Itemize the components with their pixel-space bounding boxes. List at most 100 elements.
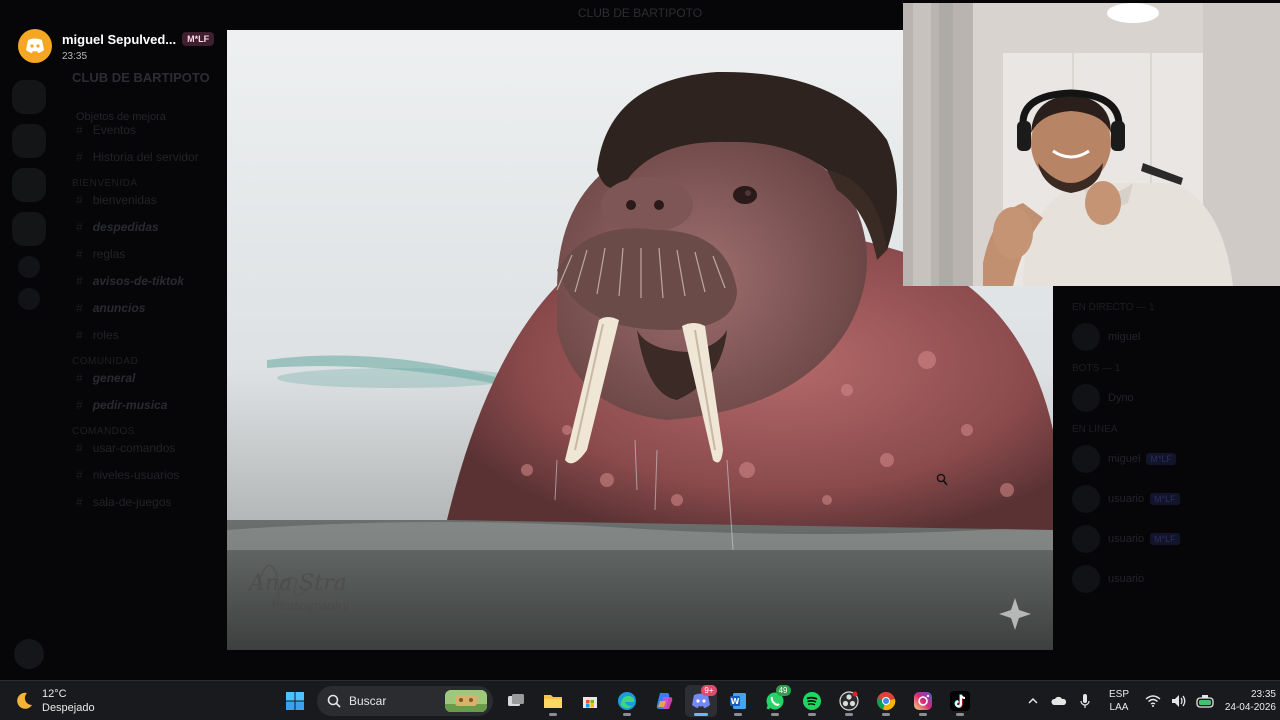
speaker-icon xyxy=(1172,695,1186,707)
member-item[interactable]: usuario M*LF xyxy=(1072,485,1270,513)
server-name[interactable]: CLUB DE BARTIPOTO xyxy=(72,70,224,85)
store-button[interactable] xyxy=(574,685,606,717)
svg-text:W: W xyxy=(730,697,739,706)
stream-notification[interactable]: miguel Sepulved... M*LF 23:35 xyxy=(18,28,215,64)
channel-label: avisos-de-tiktok xyxy=(92,274,185,288)
watermark-signature: Ana Stra xyxy=(247,571,347,596)
file-explorer-button[interactable] xyxy=(537,685,569,717)
channel-item[interactable]: # Eventos xyxy=(76,123,224,137)
word-icon: W xyxy=(729,693,746,709)
channel-item[interactable]: # general xyxy=(76,371,224,385)
tray-overflow-button[interactable] xyxy=(1020,685,1046,717)
weather-temp: 12°C xyxy=(42,688,67,700)
folder-icon xyxy=(543,695,562,708)
server-icon[interactable] xyxy=(12,80,46,114)
avatar xyxy=(1072,485,1100,513)
zoom-cursor-icon xyxy=(936,473,948,486)
wifi-button[interactable] xyxy=(1140,685,1166,717)
channel-item[interactable]: # Historia del servidor xyxy=(76,150,224,164)
hash-icon: # xyxy=(76,123,83,137)
add-server-icon[interactable] xyxy=(18,256,40,278)
notification-time: 23:35 xyxy=(62,50,88,62)
word-button[interactable]: W xyxy=(722,685,754,717)
channel-label: sala-de-juegos xyxy=(92,495,172,509)
notification-user: miguel Sepulved... xyxy=(62,31,177,47)
channel-item[interactable]: # sala-de-juegos xyxy=(76,495,224,509)
user-panel xyxy=(14,636,214,672)
edge-button[interactable] xyxy=(611,685,643,717)
search-box[interactable]: Buscar xyxy=(317,686,493,716)
channel-label: Historia del servidor xyxy=(92,150,199,164)
taskview-icon xyxy=(507,694,524,706)
spotify-button[interactable] xyxy=(796,685,828,717)
channel-item[interactable]: # roles xyxy=(76,328,224,342)
channel-item[interactable]: # niveles-usuarios xyxy=(76,468,224,482)
tiktok-icon xyxy=(949,691,970,711)
member-list: EN DIRECTO — 1 miguel BOTS — 1 Dyno EN LÍNEA… xyxy=(1060,290,1270,680)
member-item[interactable]: Dyno xyxy=(1072,384,1270,412)
member-item[interactable]: miguel M*LF xyxy=(1072,445,1270,473)
clock[interactable]: 23:35 24-04-2026 xyxy=(1224,688,1276,714)
channel-category[interactable]: BIENVENIDA xyxy=(72,178,224,189)
avatar xyxy=(1072,323,1100,351)
search-icon xyxy=(327,694,341,708)
member-item[interactable]: usuario xyxy=(1072,565,1270,593)
clock-time: 23:35 xyxy=(1250,689,1276,700)
explore-icon[interactable] xyxy=(18,288,40,310)
tiktok-button[interactable] xyxy=(944,685,976,717)
channel-label: despedidas xyxy=(92,220,159,234)
member-category: EN DIRECTO — 1 xyxy=(1072,302,1155,313)
obs-button[interactable] xyxy=(833,685,865,717)
avatar xyxy=(1072,445,1100,473)
channel-list: CLUB DE BARTIPOTO Objetos de mejora # Eve… xyxy=(64,60,224,660)
boost-label[interactable]: Objetos de mejora xyxy=(76,111,224,123)
server-rail xyxy=(8,80,52,320)
server-icon[interactable] xyxy=(12,124,46,158)
channel-item[interactable]: # despedidas xyxy=(76,220,224,234)
member-item[interactable]: usuario M*LF xyxy=(1072,525,1270,553)
member-item[interactable]: miguel xyxy=(1072,323,1270,351)
microphone-icon xyxy=(1080,694,1090,708)
channel-category[interactable]: COMANDOS xyxy=(72,426,224,437)
battery-button[interactable] xyxy=(1192,685,1218,717)
search-highlight-icon xyxy=(445,690,487,712)
instagram-button[interactable] xyxy=(907,685,939,717)
member-name: usuario xyxy=(1108,573,1145,585)
channel-category[interactable]: COMUNIDAD xyxy=(72,356,224,367)
copilot-icon xyxy=(656,693,672,709)
chevron-up-icon xyxy=(1028,697,1038,704)
member-name: miguel xyxy=(1108,331,1141,343)
volume-button[interactable] xyxy=(1166,685,1192,717)
microphone-button[interactable] xyxy=(1072,685,1098,717)
channel-item[interactable]: # usar-comandos xyxy=(76,441,224,455)
server-icon[interactable] xyxy=(12,168,46,202)
hash-icon: # xyxy=(76,220,83,234)
channel-item[interactable]: # avisos-de-tiktok xyxy=(76,274,224,288)
channel-label: anuncios xyxy=(92,301,146,315)
taskview-button[interactable] xyxy=(500,685,532,717)
start-button[interactable] xyxy=(279,685,311,717)
channel-item[interactable]: # bienvenidas xyxy=(76,193,224,207)
watermark-text: Photography xyxy=(270,599,349,613)
chrome-button[interactable] xyxy=(870,685,902,717)
avatar xyxy=(1072,384,1100,412)
weather-widget[interactable]: 12°C Despejado xyxy=(14,687,95,715)
copilot-button[interactable] xyxy=(648,685,680,717)
discord-button[interactable]: 9+ xyxy=(684,685,717,717)
whatsapp-button[interactable]: 49 xyxy=(759,685,791,717)
channel-item[interactable]: # reglas xyxy=(76,247,224,261)
hash-icon: # xyxy=(76,371,83,385)
language-indicator[interactable]: ESP LAA xyxy=(1102,688,1136,714)
member-name: usuario xyxy=(1108,493,1145,505)
channel-label: bienvenidas xyxy=(92,193,157,207)
server-icon[interactable] xyxy=(12,212,46,246)
avatar xyxy=(1072,525,1100,553)
hash-icon: # xyxy=(76,150,83,164)
onedrive-button[interactable] xyxy=(1046,685,1072,717)
discord-icon xyxy=(18,29,52,63)
channel-item[interactable]: # anuncios xyxy=(76,301,224,315)
avatar[interactable] xyxy=(14,639,44,669)
store-icon xyxy=(582,697,597,708)
channel-item[interactable]: # pedir-musica xyxy=(76,398,224,412)
instagram-icon xyxy=(913,692,932,710)
